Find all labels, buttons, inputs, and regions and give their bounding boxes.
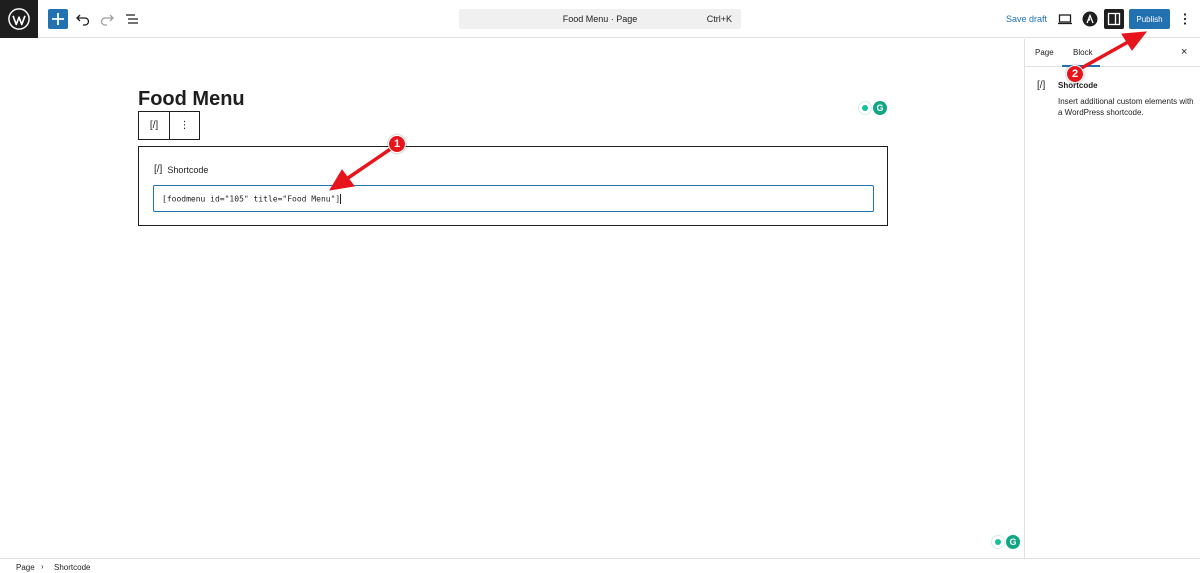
preview-button[interactable] (1055, 9, 1075, 29)
preview-icon (1058, 14, 1072, 25)
breadcrumb-shortcode: Shortcode (54, 563, 91, 572)
redo-icon (100, 14, 114, 26)
tab-page[interactable]: Page (1035, 48, 1054, 57)
page-title[interactable]: Food Menu (138, 88, 245, 111)
shortcode-icon: [/] (154, 164, 163, 175)
block-options-button[interactable]: ⋮ (168, 112, 199, 139)
add-block-button[interactable] (48, 9, 68, 29)
undo-icon (76, 14, 90, 26)
shortcode-block[interactable]: [/] Shortcode [foodmenu id="105" title="… (138, 146, 888, 226)
sidebar-tabs: Page Block × (1025, 39, 1200, 67)
text-caret (340, 194, 342, 204)
settings-sidebar-icon (1107, 12, 1121, 26)
publish-button[interactable]: Publish (1129, 9, 1170, 29)
wordpress-logo[interactable] (0, 0, 38, 38)
more-options-icon (1183, 13, 1187, 25)
annotation-badge-1: 1 (388, 135, 406, 153)
save-draft-button[interactable]: Save draft (1006, 14, 1047, 24)
list-view-button[interactable] (122, 9, 142, 29)
grammarly-widget-bottom[interactable]: G (991, 535, 1020, 549)
lightbulb-icon (858, 101, 872, 115)
shortcode-input[interactable]: [foodmenu id="105" title="Food Menu"] (153, 185, 874, 212)
astra-icon (1082, 11, 1098, 27)
settings-sidebar-button[interactable] (1104, 9, 1124, 29)
shortcode-value: [foodmenu id="105" title="Food Menu"] (162, 194, 341, 204)
more-options-button[interactable] (1175, 9, 1195, 29)
list-view-icon (126, 14, 138, 24)
redo-button[interactable] (97, 9, 117, 29)
shortcode-block-label: [/] Shortcode (154, 164, 208, 175)
document-title: Food Menu · Page (562, 14, 638, 24)
command-palette-bar[interactable]: Food Menu · Page Ctrl+K (459, 9, 741, 29)
wordpress-logo-icon (8, 8, 30, 30)
settings-sidebar: Page Block × [/] Shortcode Insert additi… (1024, 39, 1200, 558)
undo-button[interactable] (73, 9, 93, 29)
editor-canvas: Food Menu [/] ⋮ G [/] Shortcode [foodmen… (0, 39, 1024, 558)
shortcode-label-text: Shortcode (167, 164, 209, 175)
annotation-badge-2: 2 (1066, 65, 1084, 83)
wordpress-block-editor: Food Menu · Page Ctrl+K Save draft Publi… (0, 0, 1200, 573)
editor-header: Food Menu · Page Ctrl+K Save draft Publi… (0, 0, 1200, 38)
lightbulb-icon (991, 535, 1005, 549)
shortcode-icon: [/] (1037, 80, 1046, 91)
grammarly-widget[interactable]: G (858, 101, 887, 115)
command-shortcut: Ctrl+K (706, 14, 732, 24)
close-sidebar-button[interactable]: × (1181, 46, 1187, 58)
block-type-button[interactable]: [/] (139, 112, 169, 139)
breadcrumb-page[interactable]: Page (16, 563, 35, 572)
breadcrumb-separator-icon: › (41, 562, 44, 571)
grammarly-icon: G (1006, 535, 1020, 549)
block-toolbar: [/] ⋮ (138, 111, 200, 140)
grammarly-icon: G (873, 101, 887, 115)
astra-settings-button[interactable] (1080, 9, 1100, 29)
block-card-description: Insert additional custom elements with a… (1058, 97, 1194, 117)
tab-block[interactable]: Block (1073, 48, 1093, 57)
block-breadcrumb: Page › Shortcode (0, 558, 1200, 573)
plus-icon (52, 13, 64, 25)
